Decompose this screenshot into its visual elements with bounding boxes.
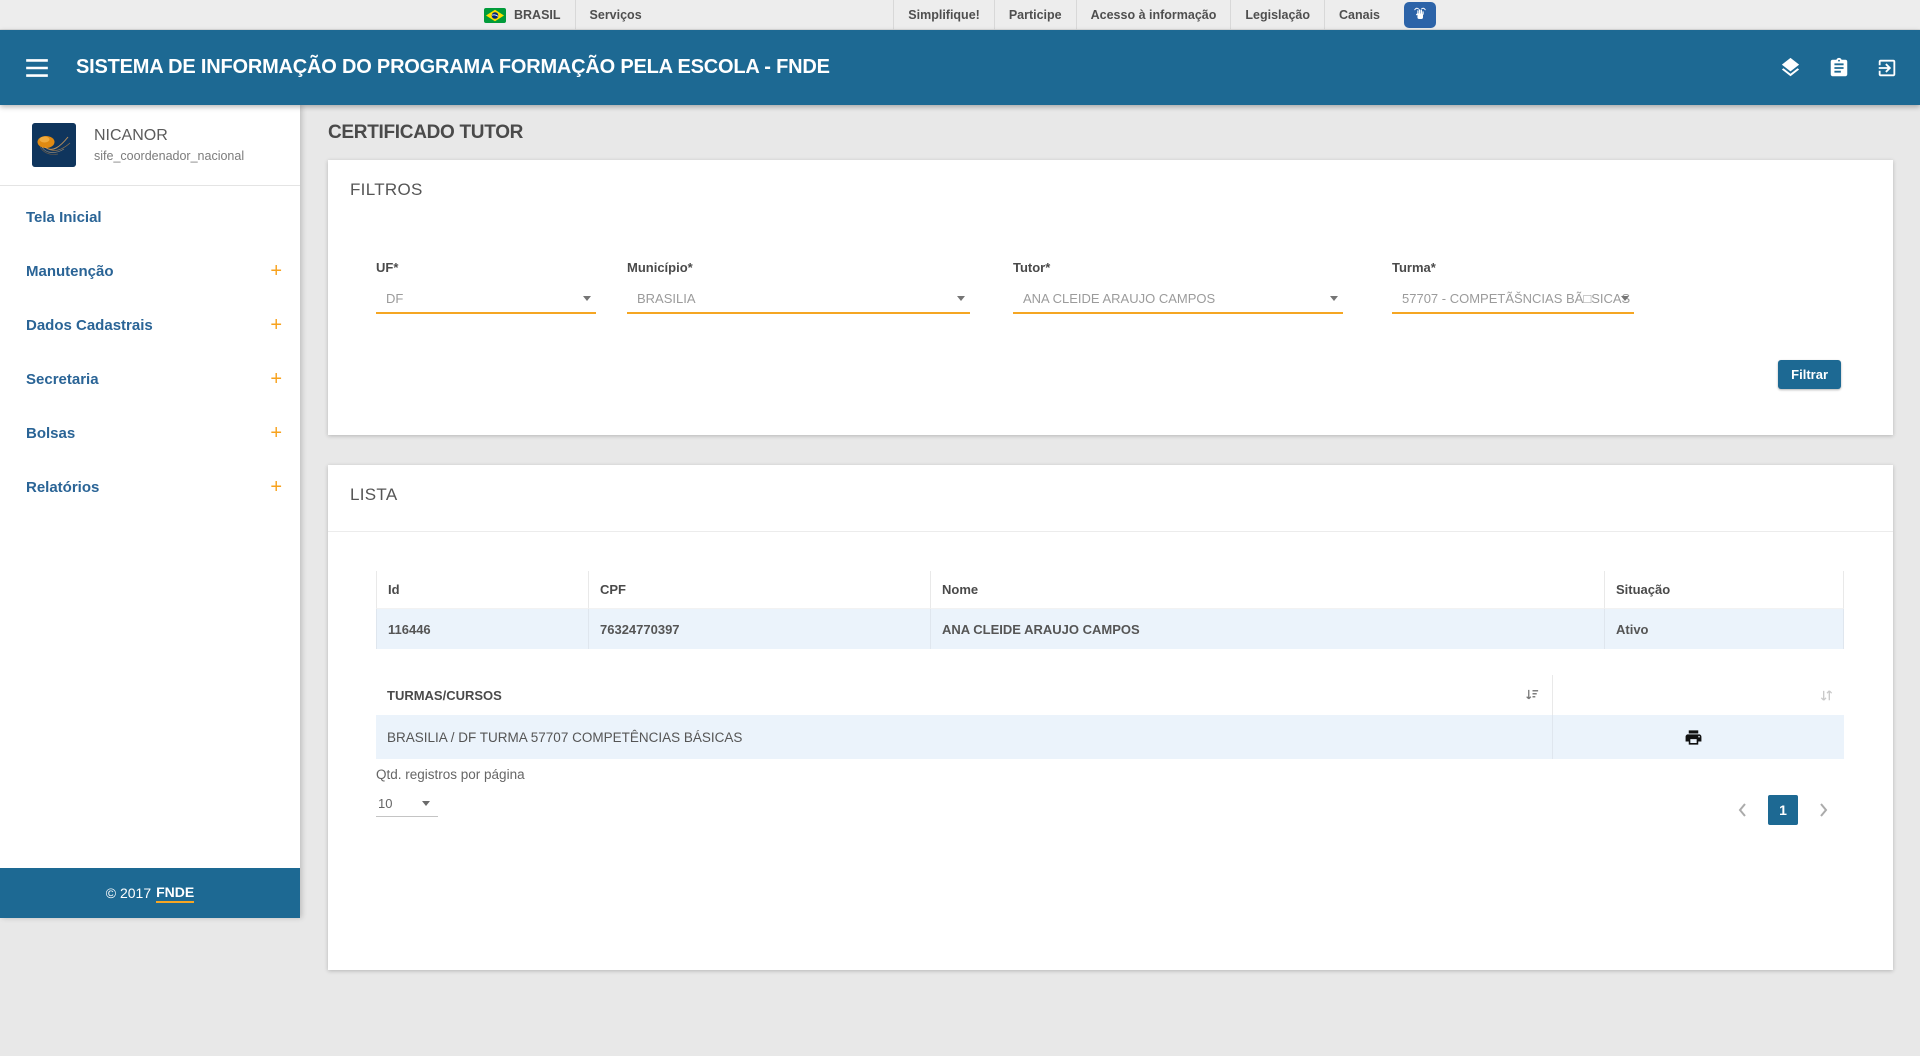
gov-link-legislacao[interactable]: Legislação xyxy=(1230,0,1324,30)
gov-bar: BRASIL Serviços Simplifique! Participe A… xyxy=(0,0,1920,30)
user-block: NICANOR sife_coordenador_nacional xyxy=(0,105,300,186)
uf-label: UF* xyxy=(376,260,596,275)
page-title: CERTIFICADO TUTOR xyxy=(328,122,1893,144)
turma-row[interactable]: BRASILIA / DF TURMA 57707 COMPETÊNCIAS B… xyxy=(376,715,1844,759)
pagination: 1 xyxy=(1733,795,1833,825)
tutor-value: ANA CLEIDE ARAUJO CAMPOS xyxy=(1023,291,1215,306)
app-header: SISTEMA DE INFORMAÇÃO DO PROGRAMA FORMAÇ… xyxy=(0,30,1920,105)
sidebar: NICANOR sife_coordenador_nacional Tela I… xyxy=(0,105,300,918)
turma-row-label: BRASILIA / DF TURMA 57707 COMPETÊNCIAS B… xyxy=(376,715,1552,759)
turma-select[interactable]: Turma* 57707 - COMPETÃŠNCIAS BÃ□SICAS xyxy=(1392,260,1634,314)
tutor-label: Tutor* xyxy=(1013,260,1343,275)
sidebar-item-relatorios[interactable]: Relatórios + xyxy=(0,460,300,514)
expand-plus-icon: + xyxy=(270,261,282,281)
expand-plus-icon: + xyxy=(270,423,282,443)
per-page-select[interactable]: 10 xyxy=(376,791,438,817)
chevron-down-icon xyxy=(422,801,430,806)
uf-select[interactable]: UF* DF xyxy=(376,260,596,314)
gov-link-participe[interactable]: Participe xyxy=(994,0,1076,30)
tutor-table: Id CPF Nome Situação 116446 76324770397 … xyxy=(376,571,1844,649)
municipio-select[interactable]: Município* BRASILIA xyxy=(627,260,970,314)
per-page-label: Qtd. registros por página xyxy=(376,767,525,782)
layers-icon[interactable] xyxy=(1779,56,1802,79)
municipio-value: BRASILIA xyxy=(637,291,696,306)
clipboard-icon[interactable] xyxy=(1828,57,1850,79)
sort-amount-icon[interactable] xyxy=(1525,688,1540,703)
filtrar-button[interactable]: Filtrar xyxy=(1778,360,1841,389)
list-title: LISTA xyxy=(350,485,397,505)
sidebar-item-secretaria[interactable]: Secretaria + xyxy=(0,352,300,406)
expand-plus-icon: + xyxy=(270,477,282,497)
per-page-value: 10 xyxy=(378,796,392,811)
chevron-right-icon[interactable] xyxy=(1815,798,1833,822)
expand-plus-icon: + xyxy=(270,315,282,335)
sidebar-item-manutencao[interactable]: Manutenção + xyxy=(0,244,300,298)
chevron-down-icon xyxy=(1330,296,1338,301)
chevron-down-icon xyxy=(1621,296,1629,301)
col-header-turmas-cursos: TURMAS/CURSOS xyxy=(387,688,502,703)
turmas-subtable: TURMAS/CURSOS BRASILIA / DF TURMA 57707 … xyxy=(376,675,1844,759)
main-content: CERTIFICADO TUTOR FILTROS UF* DF Municíp… xyxy=(300,105,1920,970)
gov-link-acesso-informacao[interactable]: Acesso à informação xyxy=(1076,0,1231,30)
page-number-button[interactable]: 1 xyxy=(1768,795,1798,825)
cell-nome: ANA CLEIDE ARAUJO CAMPOS xyxy=(930,609,1604,649)
copyright-text: © 2017 xyxy=(106,885,151,901)
print-icon[interactable] xyxy=(1684,728,1703,747)
app-title: SISTEMA DE INFORMAÇÃO DO PROGRAMA FORMAÇ… xyxy=(76,56,830,79)
uf-value: DF xyxy=(386,291,403,306)
accessibility-libras-icon[interactable] xyxy=(1394,0,1436,30)
cell-situacao: Ativo xyxy=(1604,609,1844,649)
sidebar-item-bolsas[interactable]: Bolsas + xyxy=(0,406,300,460)
municipio-label: Município* xyxy=(627,260,970,275)
logout-icon[interactable] xyxy=(1876,57,1898,79)
filters-card: FILTROS UF* DF Município* BRASILIA Tutor… xyxy=(328,160,1893,435)
sort-arrows-icon[interactable] xyxy=(1819,688,1834,703)
cell-id: 116446 xyxy=(376,609,588,649)
avatar xyxy=(32,123,76,167)
col-header-nome: Nome xyxy=(930,571,1604,609)
table-row[interactable]: 116446 76324770397 ANA CLEIDE ARAUJO CAM… xyxy=(376,609,1844,649)
user-role: sife_coordenador_nacional xyxy=(94,149,244,163)
chevron-down-icon xyxy=(583,296,591,301)
brazil-flag-icon xyxy=(484,8,506,23)
user-name: NICANOR xyxy=(94,127,244,145)
gov-link-canais[interactable]: Canais xyxy=(1324,0,1394,30)
divider xyxy=(328,531,1893,532)
expand-plus-icon: + xyxy=(270,369,282,389)
gov-brand-brasil[interactable]: BRASIL xyxy=(514,8,561,22)
col-header-situacao: Situação xyxy=(1604,571,1844,609)
col-header-id: Id xyxy=(376,571,588,609)
gov-link-servicos[interactable]: Serviços xyxy=(575,0,656,30)
chevron-down-icon xyxy=(957,296,965,301)
sidebar-footer: © 2017 FNDE xyxy=(0,868,300,918)
menu-icon[interactable] xyxy=(20,53,54,83)
gov-link-simplifique[interactable]: Simplifique! xyxy=(893,0,994,30)
turma-value: 57707 - COMPETÃŠNCIAS BÃ□SICAS xyxy=(1402,291,1630,306)
col-header-cpf: CPF xyxy=(588,571,930,609)
subtable-header-row: TURMAS/CURSOS xyxy=(376,675,1844,715)
sidebar-item-tela-inicial[interactable]: Tela Inicial xyxy=(0,190,300,244)
list-card: LISTA Id CPF Nome Situação 116446 763247… xyxy=(328,465,1893,970)
chevron-left-icon[interactable] xyxy=(1733,798,1751,822)
sidebar-item-dados-cadastrais[interactable]: Dados Cadastrais + xyxy=(0,298,300,352)
tutor-select[interactable]: Tutor* ANA CLEIDE ARAUJO CAMPOS xyxy=(1013,260,1343,314)
filters-title: FILTROS xyxy=(350,180,423,200)
fnde-link[interactable]: FNDE xyxy=(156,884,194,903)
sidebar-menu: Tela Inicial Manutenção + Dados Cadastra… xyxy=(0,186,300,868)
turma-label: Turma* xyxy=(1392,260,1634,275)
table-header-row: Id CPF Nome Situação xyxy=(376,571,1844,609)
cell-cpf: 76324770397 xyxy=(588,609,930,649)
